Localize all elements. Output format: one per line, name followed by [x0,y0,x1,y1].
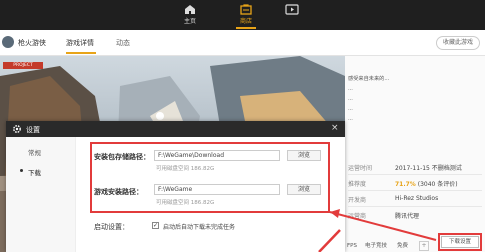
download-settings-button[interactable]: 下载设置 [441,236,479,248]
annotation-arrow [318,209,437,252]
